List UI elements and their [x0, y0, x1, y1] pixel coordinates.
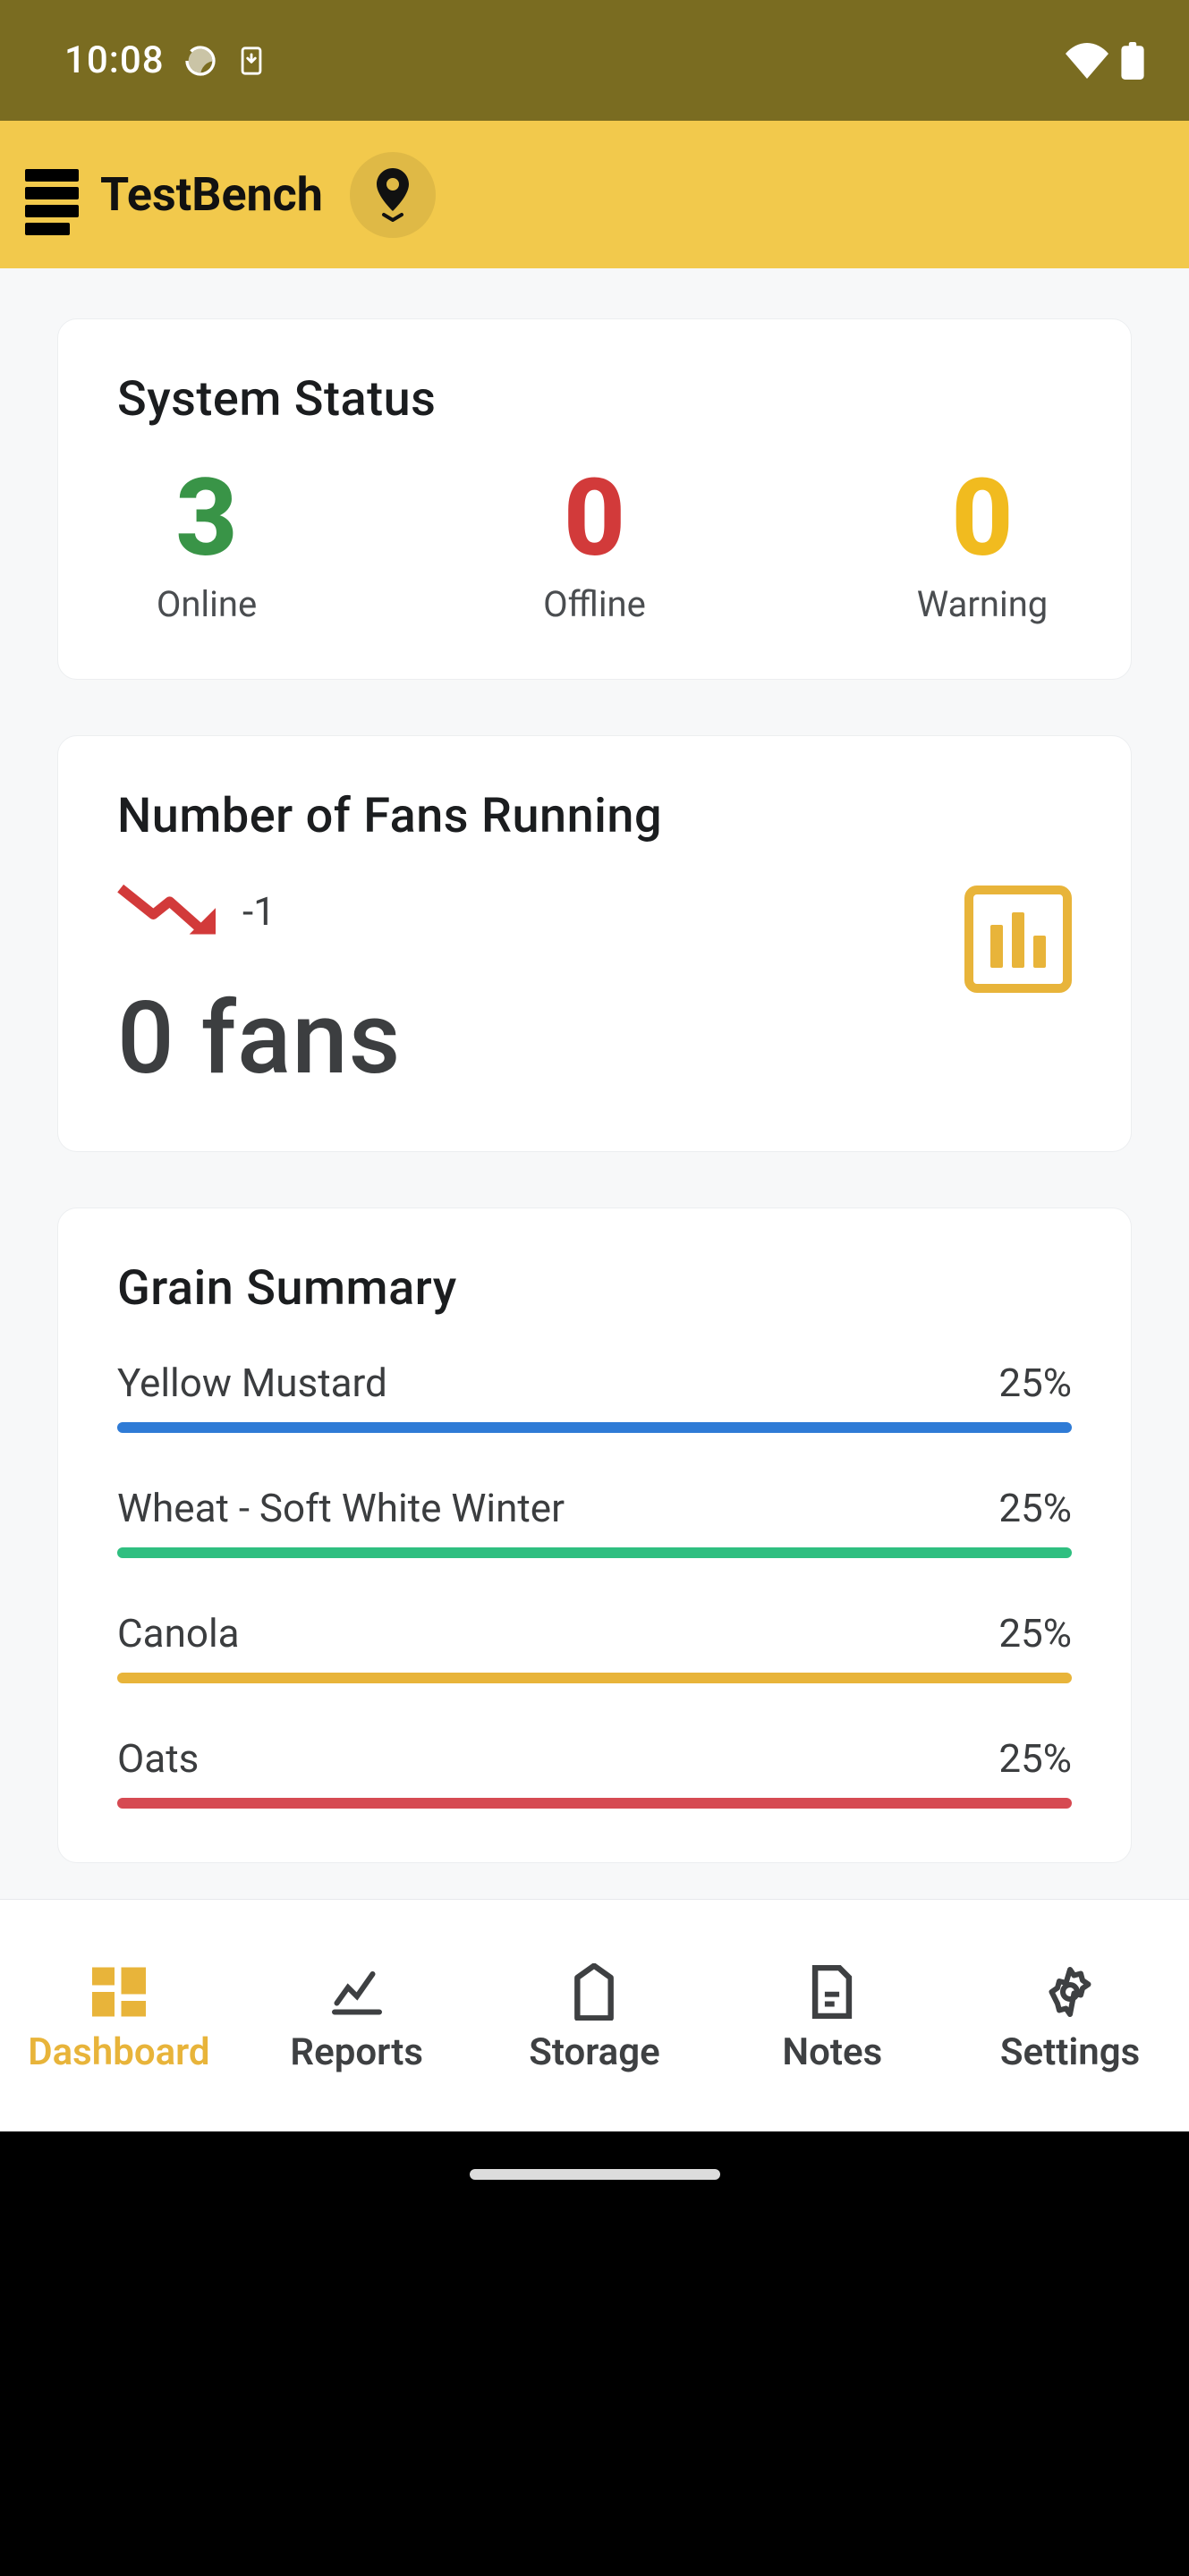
nav-reports[interactable]: Reports: [250, 1966, 464, 2074]
grain-percent: 25%: [998, 1735, 1072, 1782]
grain-progress-bar: [117, 1547, 1072, 1558]
grain-summary-card: Grain Summary Yellow Mustard25%Wheat - S…: [57, 1208, 1132, 1863]
status-warning-label: Warning: [917, 583, 1049, 625]
fans-chart-button[interactable]: [964, 886, 1072, 993]
location-pin-icon: [371, 168, 414, 222]
reports-icon: [326, 1966, 388, 2018]
grain-item[interactable]: Oats 25%: [117, 1735, 1072, 1809]
grain-name: Wheat - Soft White Winter: [117, 1485, 565, 1531]
bottom-nav: Dashboard Reports Storage Notes Settings: [0, 1899, 1189, 2131]
grain-percent: 25%: [998, 1360, 1072, 1406]
notes-icon: [801, 1966, 863, 2018]
status-offline-value: 0: [564, 460, 625, 578]
nav-storage[interactable]: Storage: [487, 1966, 701, 2074]
grain-name: Oats: [117, 1735, 199, 1782]
grain-summary-title: Grain Summary: [117, 1260, 1072, 1317]
fans-trend-value: -1: [242, 888, 276, 935]
fans-card: Number of Fans Running -1 0 fans: [57, 735, 1132, 1152]
system-status-title: System Status: [117, 371, 1072, 428]
grain-name: Yellow Mustard: [117, 1360, 387, 1406]
dashboard-content: System Status 3 Online 0 Offline 0 Warni…: [0, 268, 1189, 1899]
wifi-icon: [1066, 43, 1108, 79]
nav-notes-label: Notes: [782, 2030, 882, 2074]
gesture-pill-icon: [470, 2169, 720, 2180]
status-online-label: Online: [157, 583, 257, 625]
nav-settings[interactable]: Settings: [963, 1966, 1177, 2074]
nav-notes[interactable]: Notes: [725, 1966, 939, 2074]
status-warning[interactable]: 0 Warning: [893, 460, 1072, 625]
grain-item[interactable]: Wheat - Soft White Winter 25%: [117, 1485, 1072, 1558]
android-gesture-bar[interactable]: [0, 2131, 1189, 2217]
grain-item[interactable]: Canola 25%: [117, 1610, 1072, 1683]
status-offline-label: Offline: [543, 583, 646, 625]
status-offline[interactable]: 0 Offline: [505, 460, 684, 625]
grain-name: Canola: [117, 1610, 240, 1657]
sync-icon: [183, 43, 218, 79]
app-title: TestBench: [100, 167, 323, 222]
location-button[interactable]: [350, 152, 436, 238]
grain-percent: 25%: [998, 1485, 1072, 1531]
grain-item[interactable]: Yellow Mustard 25%: [117, 1360, 1072, 1433]
app-logo-icon: [25, 155, 79, 235]
grain-progress-bar: [117, 1673, 1072, 1683]
app-header: TestBench: [0, 121, 1189, 268]
status-online[interactable]: 3 Online: [117, 460, 296, 625]
nav-settings-label: Settings: [1000, 2030, 1140, 2074]
status-online-value: 3: [175, 460, 237, 578]
status-warning-value: 0: [951, 460, 1013, 578]
status-time: 10:08: [64, 38, 165, 82]
android-status-bar: 10:08: [0, 0, 1189, 121]
grain-progress-bar: [117, 1798, 1072, 1809]
nav-dashboard-label: Dashboard: [28, 2030, 209, 2074]
system-status-card: System Status 3 Online 0 Offline 0 Warni…: [57, 318, 1132, 680]
settings-icon: [1039, 1966, 1101, 2018]
battery-icon: [1121, 42, 1144, 80]
download-icon: [236, 43, 267, 79]
dashboard-icon: [88, 1966, 150, 2018]
bar-chart-icon: [990, 925, 1003, 968]
trend-down-icon: [117, 878, 216, 945]
grain-progress-bar: [117, 1422, 1072, 1433]
nav-storage-label: Storage: [529, 2030, 659, 2074]
fans-title: Number of Fans Running: [117, 788, 1072, 844]
grain-percent: 25%: [998, 1610, 1072, 1657]
nav-reports-label: Reports: [290, 2030, 423, 2074]
nav-dashboard[interactable]: Dashboard: [12, 1966, 226, 2074]
fans-summary: 0 fans: [117, 980, 401, 1097]
storage-icon: [563, 1966, 625, 2018]
